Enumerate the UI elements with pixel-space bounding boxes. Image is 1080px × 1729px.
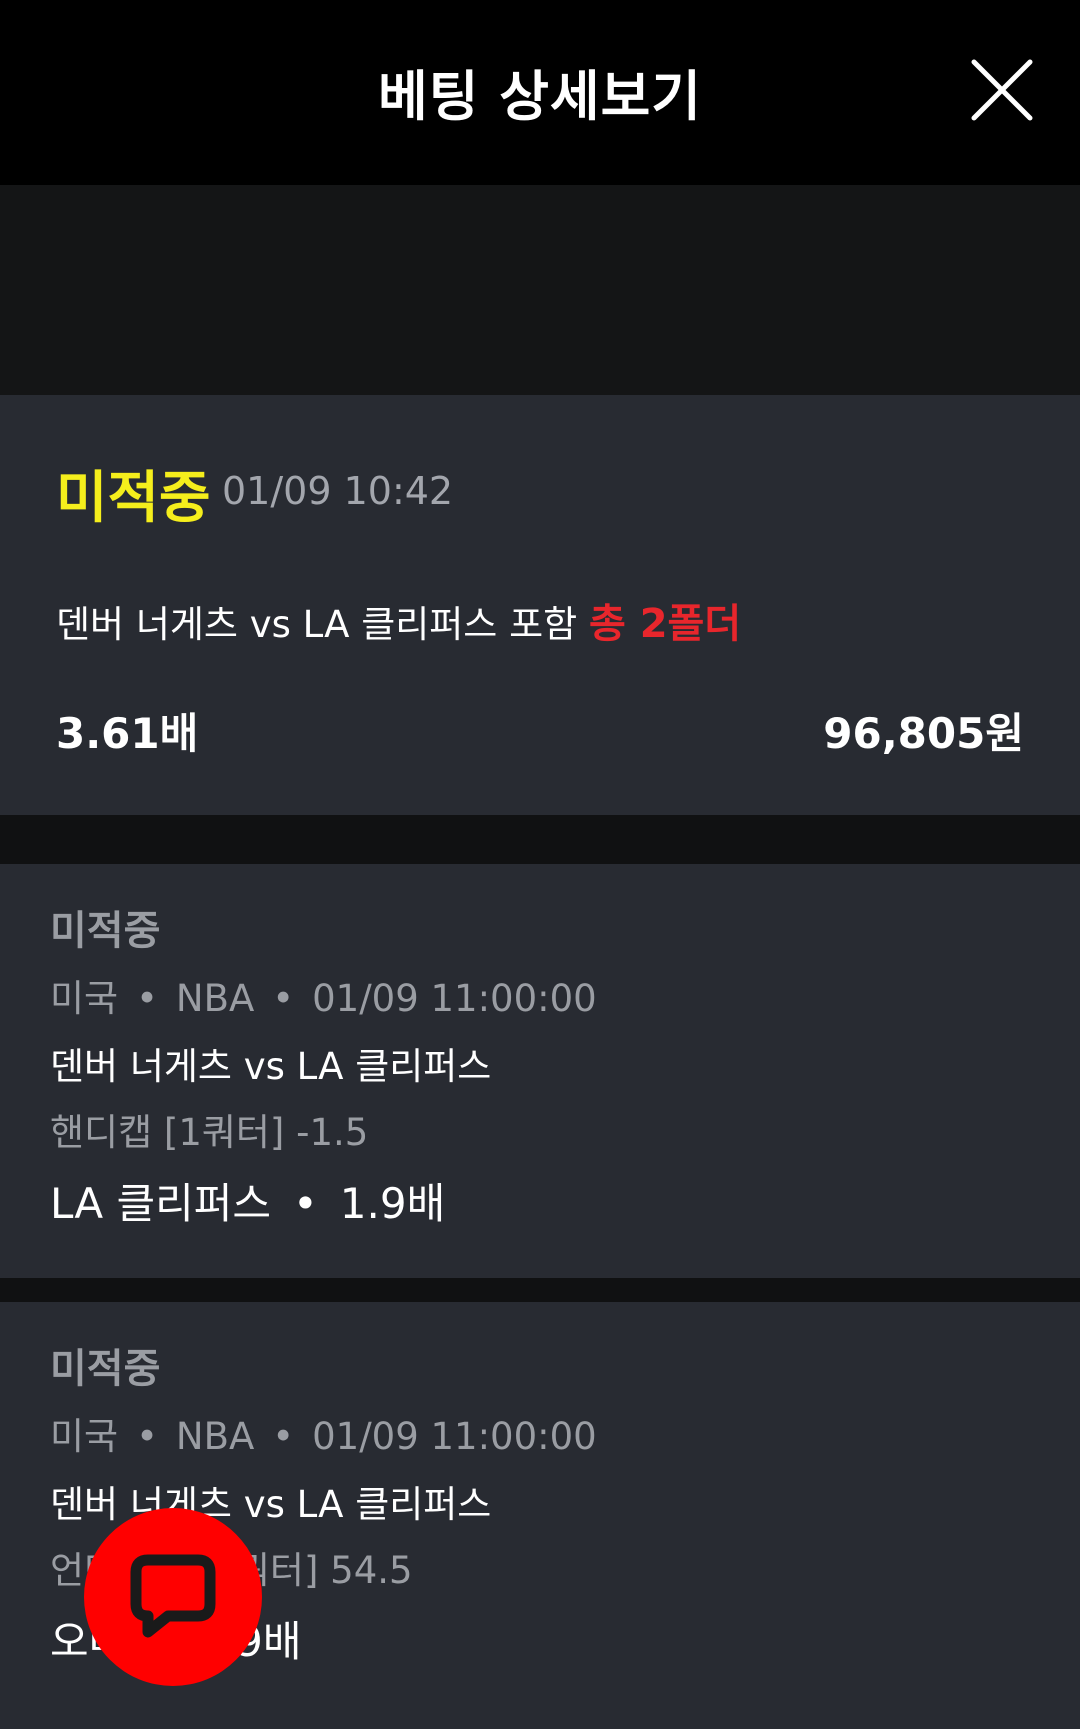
summary-description-text: 덴버 너게츠 vs LA 클리퍼스 포함 [56,603,578,646]
bet-country: 미국 [50,1415,119,1458]
bet-pick-team: LA 클리퍼스 [50,1179,272,1228]
bet-country: 미국 [50,977,119,1020]
page-title: 베팅 상세보기 [378,65,702,128]
separator-dot: • [136,1415,158,1458]
summary-status: 미적중 [56,466,211,531]
bet-market: 핸디캡 [1쿼터] -1.5 [50,1111,369,1154]
summary-datetime: 01/09 10:42 [222,469,454,513]
bet-pick: LA 클리퍼스 • 1.9배 [50,1170,445,1231]
bet-match: 덴버 너게츠 vs LA 클리퍼스 [50,1483,492,1526]
bet-datetime: 01/09 11:00:00 [312,977,597,1020]
summary-amount: 96,805원 [823,709,1024,758]
chat-button[interactable] [84,1508,262,1686]
chat-bubble-icon [130,1554,216,1638]
bet-league: NBA [175,1415,255,1458]
bet-summary-card: 미적중 01/09 10:42 덴버 너게츠 vs LA 클리퍼스 포함 총 2… [0,395,1080,815]
separator-dot: • [136,977,158,1020]
separator-dot: • [293,1179,318,1228]
bet-meta: 미국 • NBA • 01/09 11:00:00 [50,1406,597,1460]
bet-status: 미적중 [50,1346,161,1392]
bet-meta: 미국 • NBA • 01/09 11:00:00 [50,968,597,1022]
banner-area [0,185,1080,395]
summary-folder-count: 총 2폴더 [588,601,742,647]
separator-dot: • [272,1415,295,1458]
summary-description: 덴버 너게츠 vs LA 클리퍼스 포함 총 2폴더 [56,591,741,649]
bet-match: 덴버 너게츠 vs LA 클리퍼스 [50,1045,492,1088]
bet-pick-odds: 1.9배 [339,1179,446,1228]
bet-league: NBA [175,977,255,1020]
bet-status: 미적중 [50,908,161,954]
bet-datetime: 01/09 11:00:00 [312,1415,597,1458]
separator-dot: • [272,977,295,1020]
close-icon[interactable] [970,58,1034,122]
bet-item: 미적중 미국 • NBA • 01/09 11:00:00 덴버 너게츠 vs LA 클… [0,864,1080,1278]
summary-total-odds: 3.61배 [56,709,199,758]
header-bar: 베팅 상세보기 [0,0,1080,185]
